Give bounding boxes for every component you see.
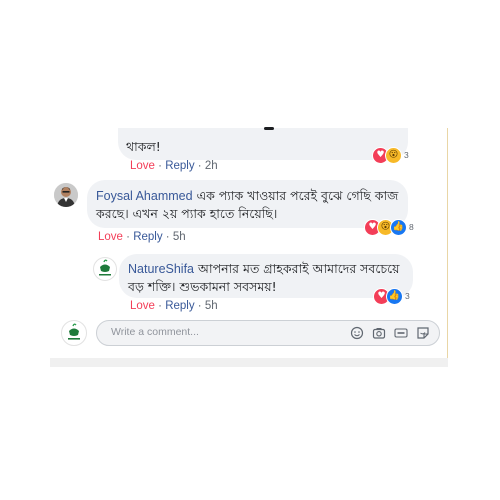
reaction-count: 3	[405, 291, 410, 301]
timestamp[interactable]: 5h	[205, 300, 218, 312]
love-link[interactable]: Love	[130, 300, 155, 312]
comment-bubble-natureshifa: NatureShifa আপনার মত গ্রাহকরাই আমাদের সবচ…	[119, 254, 413, 298]
natureshifa-logo-icon	[68, 323, 80, 340]
timestamp[interactable]: 2h	[205, 160, 218, 172]
camera-icon[interactable]	[372, 326, 386, 340]
avatar[interactable]	[54, 183, 78, 207]
panel-border	[447, 128, 448, 366]
reply-link[interactable]: Reply	[165, 300, 194, 312]
commenter-name[interactable]: NatureShifa	[128, 262, 194, 276]
sticker-icon[interactable]	[416, 326, 430, 340]
reply-link[interactable]: Reply	[165, 160, 194, 172]
commenter-name[interactable]: Foysal Ahammed	[96, 189, 193, 203]
comment-actions-foysal: Love · Reply · 5h	[98, 231, 186, 243]
wow-icon: 😮	[385, 146, 402, 164]
panel-footer-strip	[50, 358, 448, 367]
love-link[interactable]: Love	[98, 231, 123, 243]
reaction-count: 8	[409, 222, 414, 232]
like-icon: 👍	[390, 218, 407, 236]
reactions-foysal[interactable]: ♥ 😮 👍 8	[364, 218, 414, 236]
emoji-icon[interactable]	[350, 326, 364, 340]
page-avatar[interactable]	[93, 257, 117, 281]
comment-bubble-top: থাকল!	[118, 127, 408, 160]
comment-bubble-foysal: Foysal Ahammed এক প্যাক খাওয়ার পরেই বুঝে…	[87, 180, 408, 228]
reply-link[interactable]: Reply	[133, 231, 162, 243]
comment-text: থাকল!	[126, 139, 161, 154]
person-avatar-icon	[54, 183, 78, 207]
natureshifa-logo-icon	[99, 259, 111, 276]
comment-composer[interactable]	[96, 320, 440, 346]
gif-icon[interactable]	[394, 326, 408, 340]
reactions-top[interactable]: ♥ 😮 3	[372, 146, 409, 164]
current-user-avatar[interactable]	[61, 320, 87, 346]
cut-glyph	[264, 127, 274, 130]
reactions-natureshifa[interactable]: ♥ 👍 3	[373, 287, 410, 305]
like-icon: 👍	[386, 287, 403, 305]
love-link[interactable]: Love	[130, 160, 155, 172]
comment-actions-top: Love · Reply · 2h	[130, 160, 218, 172]
reaction-count: 3	[404, 150, 409, 160]
comment-actions-natureshifa: Love · Reply · 5h	[130, 300, 218, 312]
comment-input[interactable]	[109, 325, 313, 339]
timestamp[interactable]: 5h	[173, 231, 186, 243]
